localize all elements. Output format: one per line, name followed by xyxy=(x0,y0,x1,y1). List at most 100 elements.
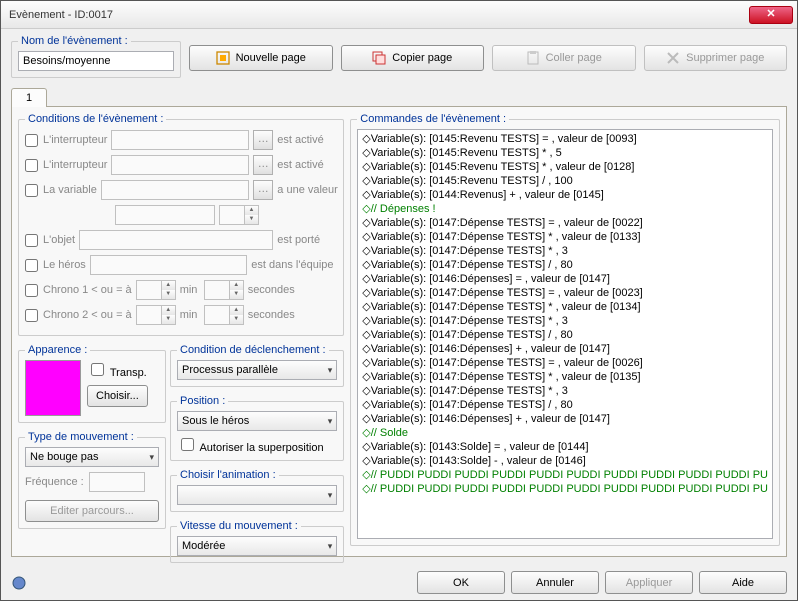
transp-check[interactable]: Transp. xyxy=(87,360,148,379)
speed-legend: Vitesse du mouvement : xyxy=(177,520,301,532)
movement-type-combo[interactable]: Ne bouge pas xyxy=(25,447,159,467)
animation-combo[interactable] xyxy=(177,485,337,505)
paste-page-button[interactable]: Coller page xyxy=(492,45,636,71)
switch1-check[interactable]: L'interrupteur xyxy=(25,134,107,147)
commands-legend: Commandes de l'évènement : xyxy=(357,113,509,125)
speed-combo[interactable]: Modérée xyxy=(177,536,337,556)
position-combo[interactable]: Sous le héros xyxy=(177,411,337,431)
command-line[interactable]: ◇// PUDDI PUDDI PUDDI PUDDI PUDDI PUDDI … xyxy=(362,468,768,482)
command-line[interactable]: ◇// PUDDI PUDDI PUDDI PUDDI PUDDI PUDDI … xyxy=(362,482,768,496)
command-line[interactable]: ◇Variable(s): [0145:Revenu TESTS] / , 10… xyxy=(362,174,768,188)
item-check[interactable]: L'objet xyxy=(25,234,75,247)
command-line[interactable]: ◇// Dépenses ! xyxy=(362,202,768,216)
chrono2-sec[interactable]: ▲▼ xyxy=(204,305,244,325)
appearance-fieldset: Apparence : Transp. Choisir... xyxy=(18,344,166,423)
command-line[interactable]: ◇Variable(s): [0146:Dépenses] = , valeur… xyxy=(362,272,768,286)
chrono2-min[interactable]: ▲▼ xyxy=(136,305,176,325)
animation-legend: Choisir l'animation : xyxy=(177,469,279,481)
switch1-suffix: est activé xyxy=(277,134,337,146)
edit-route-button[interactable]: Editer parcours... xyxy=(25,500,159,522)
trigger-combo[interactable]: Processus parallèle xyxy=(177,360,337,380)
chrono1-check[interactable]: Chrono 1 < ou = à xyxy=(25,284,132,297)
position-legend: Position : xyxy=(177,395,228,407)
command-line[interactable]: ◇Variable(s): [0143:Solde] = , valeur de… xyxy=(362,440,768,454)
event-name-fieldset: Nom de l'évènement : xyxy=(11,35,181,78)
item-combo[interactable] xyxy=(79,230,273,250)
close-button[interactable]: ✕ xyxy=(749,6,793,24)
command-line[interactable]: ◇// Solde xyxy=(362,426,768,440)
delete-page-label: Supprimer page xyxy=(686,52,764,64)
position-fieldset: Position : Sous le héros Autoriser la su… xyxy=(170,395,344,461)
titlebar: Evènement - ID:0017 ✕ xyxy=(1,1,797,29)
freq-combo[interactable] xyxy=(89,472,145,492)
switch2-combo[interactable] xyxy=(111,155,249,175)
commands-fieldset: Commandes de l'évènement : ◇Variable(s):… xyxy=(350,113,780,546)
hero-check[interactable]: Le héros xyxy=(25,259,86,272)
command-line[interactable]: ◇Variable(s): [0146:Dépenses] + , valeur… xyxy=(362,342,768,356)
command-line[interactable]: ◇Variable(s): [0147:Dépense TESTS] * , 3 xyxy=(362,314,768,328)
window-title: Evènement - ID:0017 xyxy=(9,9,749,21)
hero-suffix: est dans l'équipe xyxy=(251,259,337,271)
copy-icon xyxy=(372,51,386,65)
variable-op-combo[interactable] xyxy=(115,205,215,225)
hero-combo[interactable] xyxy=(90,255,247,275)
new-page-label: Nouvelle page xyxy=(236,52,306,64)
command-line[interactable]: ◇Variable(s): [0147:Dépense TESTS] = , v… xyxy=(362,286,768,300)
copy-page-button[interactable]: Copier page xyxy=(341,45,485,71)
speed-fieldset: Vitesse du mouvement : Modérée xyxy=(170,520,344,563)
command-line[interactable]: ◇Variable(s): [0147:Dépense TESTS] * , v… xyxy=(362,230,768,244)
command-line[interactable]: ◇Variable(s): [0145:Revenu TESTS] * , 5 xyxy=(362,146,768,160)
item-suffix: est porté xyxy=(277,234,337,246)
variable-browse[interactable]: … xyxy=(253,180,273,200)
footer-icon xyxy=(11,575,27,591)
switch1-browse[interactable]: … xyxy=(253,130,273,150)
command-line[interactable]: ◇Variable(s): [0147:Dépense TESTS] / , 8… xyxy=(362,258,768,272)
appearance-swatch[interactable] xyxy=(25,360,81,416)
command-line[interactable]: ◇Variable(s): [0147:Dépense TESTS] * , 3 xyxy=(362,384,768,398)
help-button[interactable]: Aide xyxy=(699,571,787,594)
command-line[interactable]: ◇Variable(s): [0144:Revenus] + , valeur … xyxy=(362,188,768,202)
movement-fieldset: Type de mouvement : Ne bouge pas Fréquen… xyxy=(18,431,166,529)
cancel-button[interactable]: Annuler xyxy=(511,571,599,594)
conditions-legend: Conditions de l'évènement : xyxy=(25,113,166,125)
commands-list[interactable]: ◇Variable(s): [0145:Revenu TESTS] = , va… xyxy=(357,129,773,539)
command-line[interactable]: ◇Variable(s): [0147:Dépense TESTS] * , v… xyxy=(362,370,768,384)
chrono2-check[interactable]: Chrono 2 < ou = à xyxy=(25,309,132,322)
command-line[interactable]: ◇Variable(s): [0147:Dépense TESTS] / , 8… xyxy=(362,398,768,412)
variable-suffix: a une valeur xyxy=(277,184,337,196)
switch2-browse[interactable]: … xyxy=(253,155,273,175)
ok-button[interactable]: OK xyxy=(417,571,505,594)
chrono1-sec[interactable]: ▲▼ xyxy=(204,280,244,300)
switch2-check[interactable]: L'interrupteur xyxy=(25,159,107,172)
freq-label: Fréquence : xyxy=(25,476,85,488)
command-line[interactable]: ◇Variable(s): [0143:Solde] - , valeur de… xyxy=(362,454,768,468)
switch1-combo[interactable] xyxy=(111,130,249,150)
command-line[interactable]: ◇Variable(s): [0145:Revenu TESTS] = , va… xyxy=(362,132,768,146)
tab-1[interactable]: 1 xyxy=(11,88,47,107)
event-name-legend: Nom de l'évènement : xyxy=(18,35,131,47)
command-line[interactable]: ◇Variable(s): [0147:Dépense TESTS] * , v… xyxy=(362,300,768,314)
delete-icon xyxy=(666,51,680,65)
variable-combo[interactable] xyxy=(101,180,249,200)
apply-button[interactable]: Appliquer xyxy=(605,571,693,594)
choose-graphic-button[interactable]: Choisir... xyxy=(87,385,148,407)
animation-fieldset: Choisir l'animation : xyxy=(170,469,344,512)
trigger-fieldset: Condition de déclenchement : Processus p… xyxy=(170,344,344,387)
overlap-check[interactable]: Autoriser la superposition xyxy=(177,435,324,454)
event-name-input[interactable] xyxy=(18,51,174,71)
command-line[interactable]: ◇Variable(s): [0145:Revenu TESTS] * , va… xyxy=(362,160,768,174)
command-line[interactable]: ◇Variable(s): [0146:Dépenses] + , valeur… xyxy=(362,412,768,426)
command-line[interactable]: ◇Variable(s): [0147:Dépense TESTS] * , 3 xyxy=(362,244,768,258)
variable-value-spin[interactable]: ▲▼ xyxy=(219,205,259,225)
paste-page-label: Coller page xyxy=(546,52,602,64)
chrono1-min[interactable]: ▲▼ xyxy=(136,280,176,300)
event-editor-window: Evènement - ID:0017 ✕ Nom de l'évènement… xyxy=(0,0,798,601)
new-page-button[interactable]: Nouvelle page xyxy=(189,45,333,71)
delete-page-button[interactable]: Supprimer page xyxy=(644,45,788,71)
new-page-icon xyxy=(216,51,230,65)
command-line[interactable]: ◇Variable(s): [0147:Dépense TESTS] / , 8… xyxy=(362,328,768,342)
variable-check[interactable]: La variable xyxy=(25,184,97,197)
command-line[interactable]: ◇Variable(s): [0147:Dépense TESTS] = , v… xyxy=(362,216,768,230)
command-line[interactable]: ◇Variable(s): [0147:Dépense TESTS] = , v… xyxy=(362,356,768,370)
paste-icon xyxy=(526,51,540,65)
